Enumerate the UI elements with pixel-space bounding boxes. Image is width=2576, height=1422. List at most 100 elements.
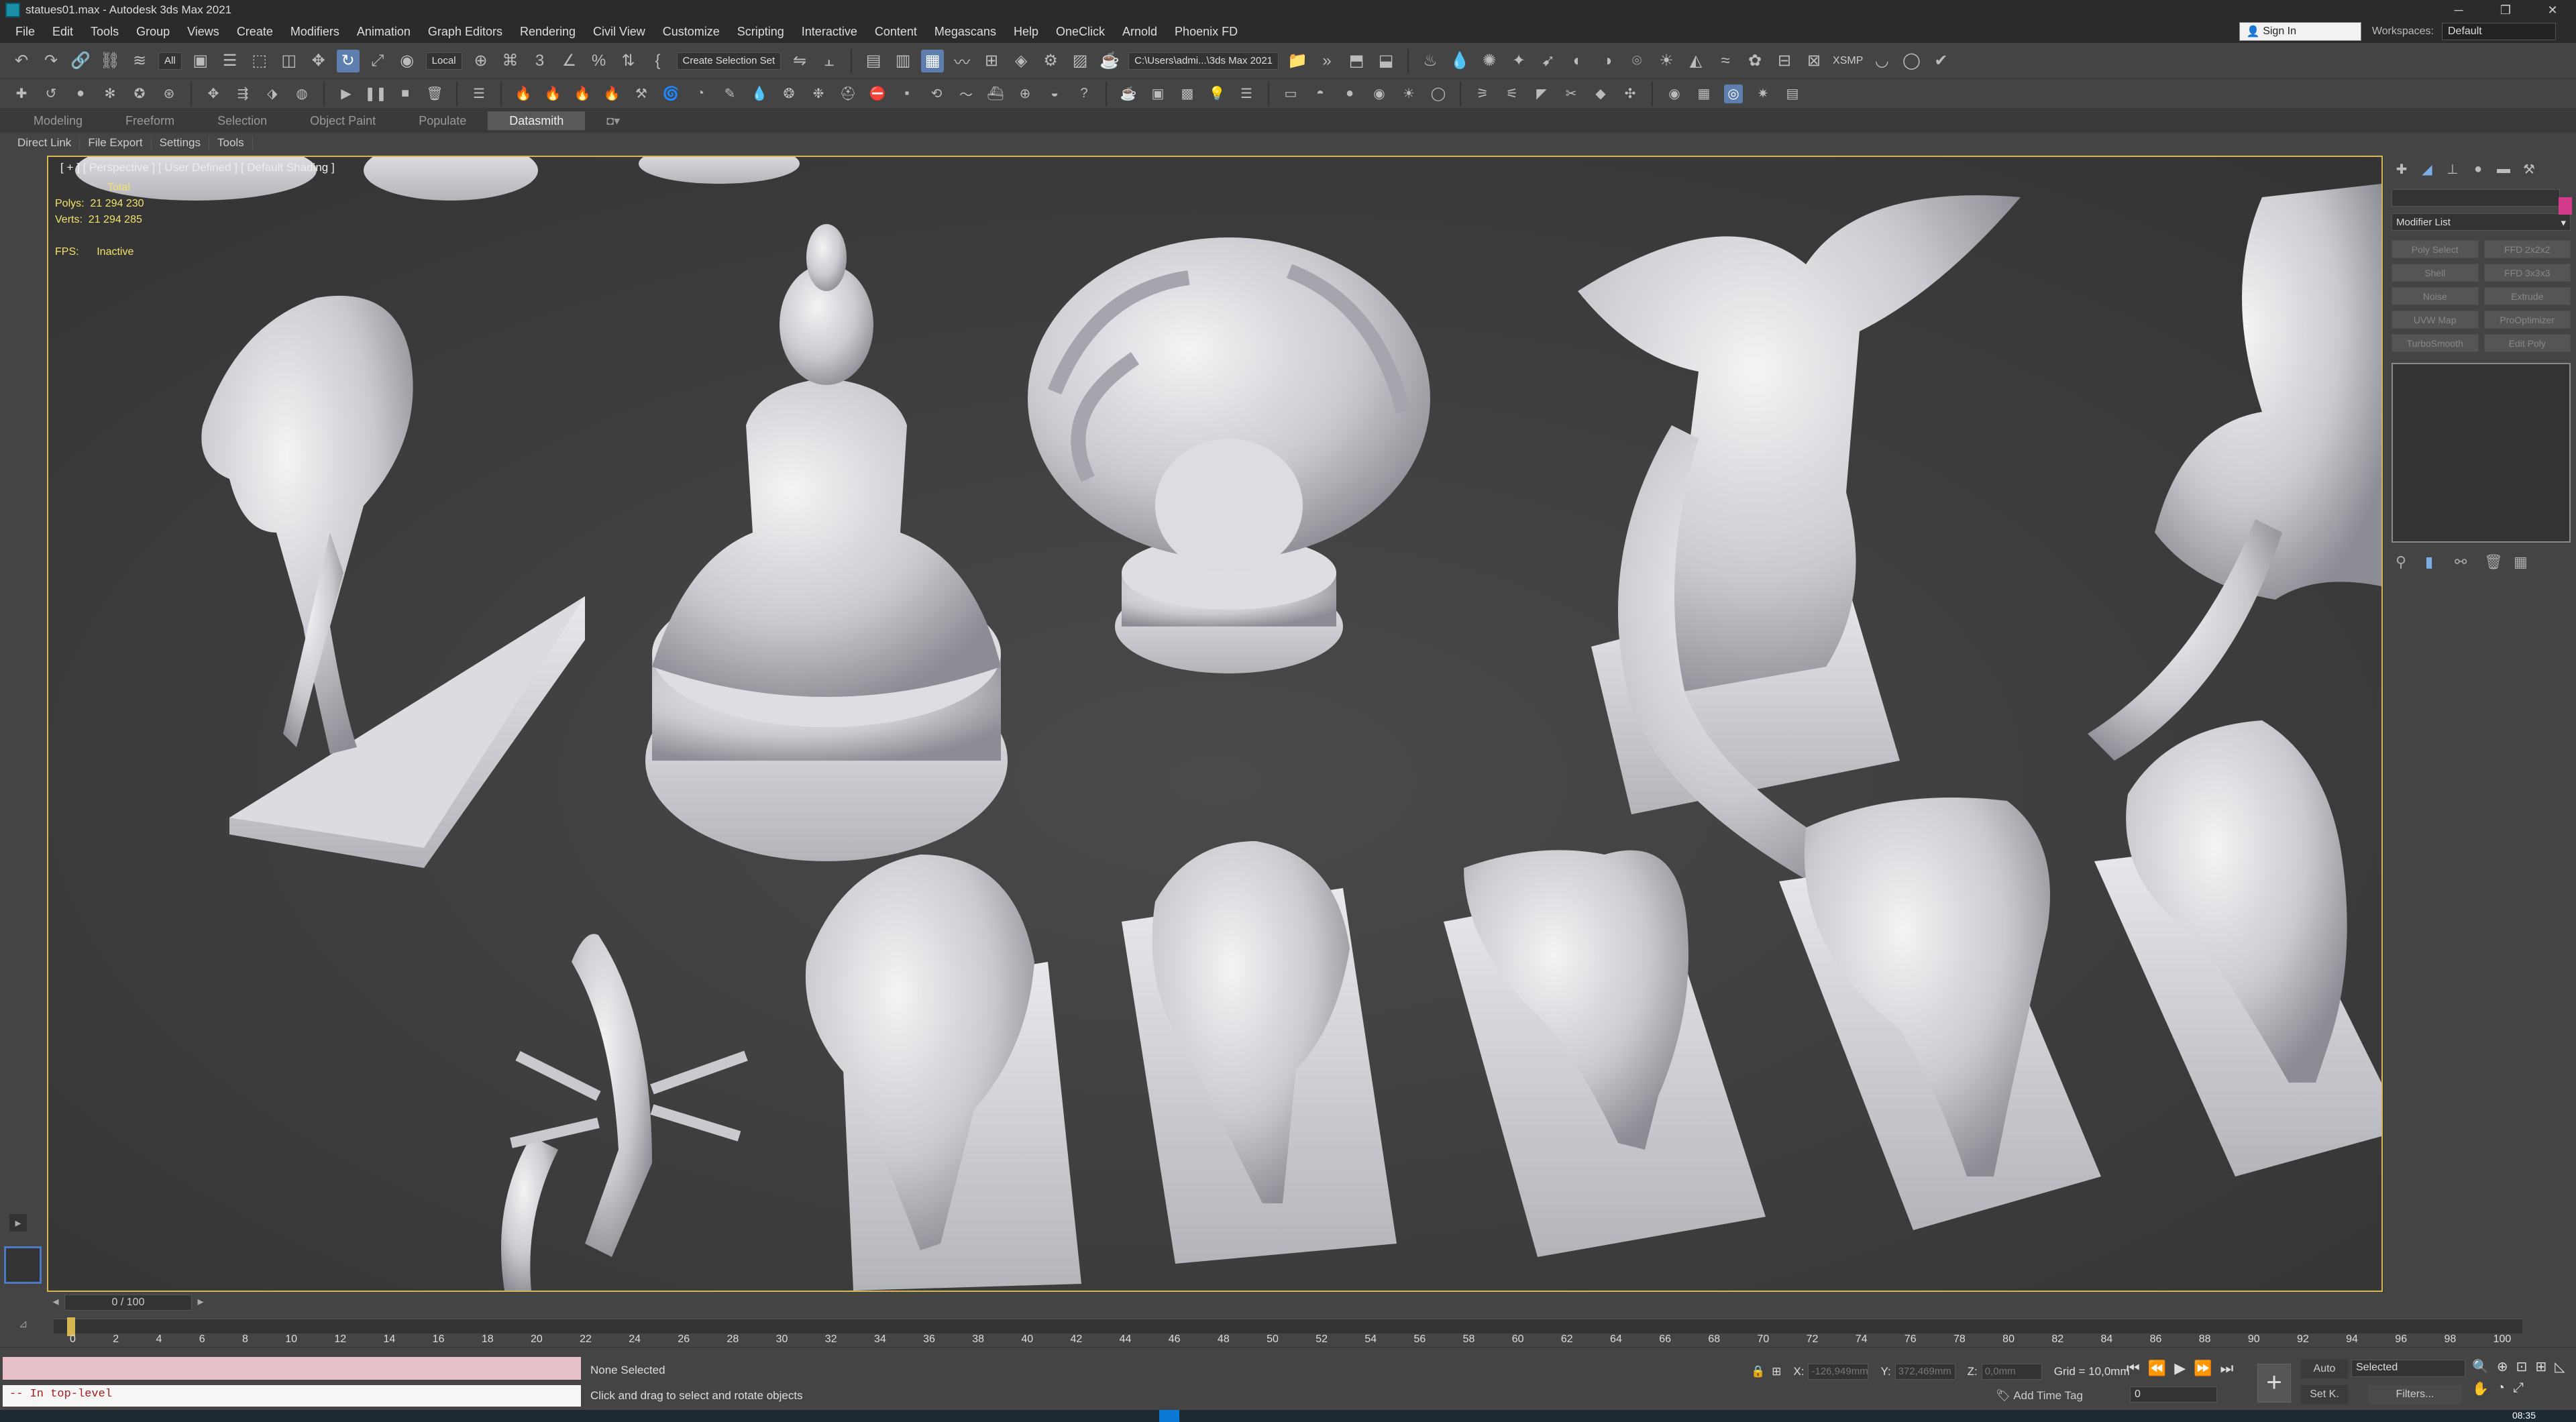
viewport-layout-thumbnail[interactable] [4,1246,42,1284]
time-slider[interactable]: 0 / 100 [64,1295,192,1311]
record-icon[interactable]: ● [71,85,90,103]
settings-wheel-icon[interactable]: ✪ [130,85,149,103]
ribbon-toggle-icon[interactable]: ▦ [921,49,945,72]
vray-sun-icon[interactable]: ☀ [1399,85,1418,103]
phoenix-force-icon[interactable]: ➹ [1537,50,1560,72]
set-key-button[interactable]: Set K. [2301,1385,2348,1404]
project-folder-dropdown[interactable]: C:\Users\admi...\3ds Max 2021 [1128,52,1279,70]
next-frame-icon[interactable]: ▸ [192,1295,209,1311]
project-folder-icon[interactable]: 📁 [1286,50,1309,72]
menu-content[interactable]: Content [866,25,926,39]
bind-space-warp-icon[interactable]: ≋ [128,50,151,72]
z-coordinate-field[interactable]: 0,0mm [1981,1364,2042,1380]
show-end-result-icon[interactable]: ▮ [2425,553,2455,571]
phoenix-ocean-icon[interactable]: ≈ [1714,50,1737,72]
make-unique-icon[interactable]: ⚯ [2455,553,2484,571]
zoom-extents-icon[interactable]: ⊡ [2516,1358,2528,1375]
menu-group[interactable]: Group [127,25,178,39]
add-time-tag[interactable]: 🏷 Add Time Tag [1996,1389,2083,1403]
y-coordinate-field[interactable]: 372,469mm [1894,1364,1955,1380]
current-frame-field[interactable]: 0 [2130,1386,2217,1403]
vray-teapot-icon[interactable]: ☕ [1119,85,1138,103]
vray-material-icon[interactable]: ◉ [1665,85,1684,103]
render-setup-icon[interactable]: ⚙ [1039,50,1062,72]
next-key-icon[interactable]: ⏩ [2194,1360,2212,1377]
phoenix-spray-icon[interactable]: ❉ [809,85,828,103]
absolute-mode-icon[interactable]: ⊞ [1772,1365,1781,1378]
schematic-view-icon[interactable]: ⊞ [980,50,1003,72]
arnold-ipr-icon[interactable]: ◯ [1900,50,1923,72]
menu-civil-view[interactable]: Civil View [584,25,654,39]
undo-icon[interactable]: ↶ [10,50,33,72]
snap-toggle-icon[interactable]: 3 [529,50,551,72]
select-rotate-icon[interactable]: ↻ [336,49,360,72]
hierarchy-tab-icon[interactable]: ⊥ [2440,161,2465,178]
configure-sets-icon[interactable]: ▦ [2514,553,2543,571]
vray-render-icon[interactable]: ▩ [1178,85,1197,103]
object-name-field[interactable] [2392,189,2560,207]
menu-phoenix-fd[interactable]: Phoenix FD [1166,25,1246,39]
menu-interactive[interactable]: Interactive [793,25,866,39]
phoenix-export-icon[interactable]: ⊠ [1803,50,1825,72]
modifier-list-dropdown[interactable]: Modifier List ▾ [2392,213,2571,231]
zoom-all-icon[interactable]: ⊕ [2497,1358,2508,1375]
auto-key-button[interactable]: Auto [2301,1360,2348,1378]
show-end-result-icon[interactable]: ⬓ [1375,50,1397,72]
phoenix-preview-icon[interactable]: ◐ [1566,50,1589,72]
modify-icon[interactable]: ↺ [42,85,60,103]
phoenix-light-icon[interactable]: ☀ [1655,50,1678,72]
play-button-icon[interactable]: ▶ [2174,1360,2186,1377]
lock-selection-icon[interactable]: 🔒 [1751,1365,1765,1378]
phoenix-mesh-icon[interactable]: ◭ [1684,50,1707,72]
pin-stack-icon[interactable]: ⚲ [2396,553,2425,571]
close-button[interactable]: ✕ [2529,3,2576,17]
reference-coord-dropdown[interactable]: Local [425,52,462,70]
phoenix-ship-icon[interactable]: ⛴ [986,85,1005,103]
modifier-button[interactable]: ProOptimizer [2483,311,2571,329]
phoenix-splash-icon[interactable]: ❂ [780,85,798,103]
menu-list-icon[interactable]: ☰ [470,85,488,103]
vray-scatter-icon[interactable]: ✣ [1621,85,1640,103]
modifier-button[interactable]: Edit Poly [2483,334,2571,352]
remove-modifier-icon[interactable]: 🗑 [2484,553,2514,571]
select-by-name-icon[interactable]: ☰ [219,50,241,72]
link-icon[interactable]: 🔗 [69,50,92,72]
go-to-end-icon[interactable]: ⏭ [2220,1360,2234,1377]
layer-explorer-icon[interactable]: ▥ [892,50,914,72]
zoom-icon[interactable]: 🔍 [2472,1358,2489,1375]
material-editor-icon[interactable]: ◈ [1010,50,1032,72]
phoenix-foam-icon[interactable]: ✿ [1743,50,1766,72]
workspaces-dropdown[interactable]: Default [2442,23,2556,40]
xsmp-label[interactable]: XSMP [1833,55,1863,67]
mirror-icon[interactable]: ⇋ [788,50,811,72]
set-key-big-icon[interactable]: + [2257,1364,2291,1403]
menu-edit[interactable]: Edit [44,25,82,39]
phoenix-wave-icon[interactable]: 〜 [957,85,975,103]
vray-plane-light-icon[interactable]: ▭ [1281,85,1300,103]
fire-preset-icon[interactable]: 🔥 [602,85,621,103]
vray-vision-icon[interactable]: ◎ [1724,84,1743,103]
menu-graph-editors[interactable]: Graph Editors [419,25,511,39]
display-tab-icon[interactable]: ▬ [2491,162,2516,177]
viewport-label[interactable]: [ + ] [ Perspective ] [ User Defined ] [… [60,161,335,174]
tab-datasmith[interactable]: Datasmith [488,111,586,130]
maxscript-listener-output[interactable]: -- In top-level [3,1385,581,1407]
tab-object-paint[interactable]: Object Paint [288,114,397,128]
modifier-button[interactable]: Noise [2392,287,2479,305]
pause-icon[interactable]: ❚❚ [364,85,387,103]
phoenix-grid-icon[interactable]: ⊟ [1773,50,1796,72]
menu-animation[interactable]: Animation [348,25,419,39]
phoenix-liquid-icon[interactable]: 💧 [1448,50,1471,72]
pivot-center-icon[interactable]: ⊕ [470,50,492,72]
perspective-viewport[interactable]: [ + ] [ Perspective ] [ User Defined ] [… [47,156,2383,1292]
selection-filter-dropdown[interactable]: All [158,52,182,70]
phoenix-box-icon[interactable]: ▪ [898,85,916,103]
key-selection-dropdown[interactable]: Selected [2351,1360,2465,1377]
phoenix-wind-icon[interactable]: 🌀 [661,85,680,103]
global-icon[interactable]: ⊛ [160,85,178,103]
x-coordinate-field[interactable]: -126,949mm [1808,1364,1869,1380]
maximize-viewport-icon[interactable]: ⤢ [2513,1380,2524,1397]
expand-layout-icon[interactable]: ▸ [9,1214,27,1232]
object-color-swatch[interactable] [2559,197,2572,215]
taskbar-active-app[interactable] [1159,1410,1179,1422]
